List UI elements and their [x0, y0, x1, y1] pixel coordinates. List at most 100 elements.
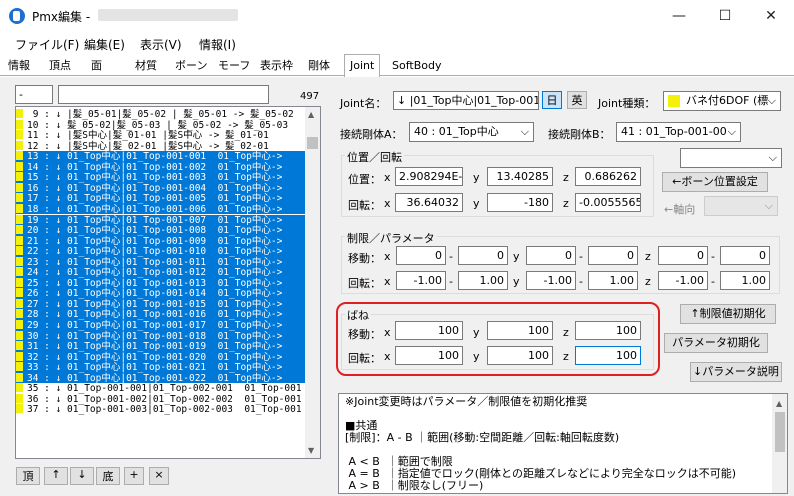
scroll-down-icon[interactable]: ▼ [308, 446, 314, 455]
pos-y-input[interactable]: 13.40285 [487, 167, 553, 186]
list-item[interactable]: 9 : ↓ |髪_05-01|髪_05-02 | 髪_05-01 -> 髪_05… [16, 109, 306, 120]
list-item[interactable]: 36 : ↓ 01_Top-001-002|01_Top-002-002 01_… [16, 393, 306, 405]
move-bottom-button[interactable]: 底 [96, 467, 120, 485]
limit-move-y-min[interactable]: 0 [526, 246, 576, 265]
desc-scrollbar[interactable]: ▲ [772, 394, 787, 493]
list-item[interactable]: 13 : ↓ 01_Top中心|01_Top-001-001 01_Top中心-… [16, 151, 306, 162]
joint-list[interactable]: 9 : ↓ |髪_05-01|髪_05-02 | 髪_05-01 -> 髪_05… [15, 106, 321, 459]
tab-softbody[interactable]: SoftBody [390, 56, 443, 76]
limit-move-z-max[interactable]: 0 [720, 246, 770, 265]
limit-rot-y-max[interactable]: 1.00 [588, 271, 638, 290]
scroll-up-icon[interactable]: ▲ [308, 110, 314, 119]
list-item[interactable]: 16 : ↓ 01_Top中心|01_Top-001-004 01_Top中心-… [16, 182, 306, 194]
list-item[interactable]: 19 : ↓ 01_Top中心|01_Top-001-007 01_Top中心-… [16, 214, 306, 225]
limit-rot-x-max[interactable]: 1.00 [458, 271, 508, 290]
list-item[interactable]: 20 : ↓ 01_Top中心|01_Top-001-008 01_Top中心-… [16, 225, 306, 236]
lang-en-button[interactable]: 英 [567, 91, 587, 109]
tab-material[interactable]: 材質 [133, 56, 159, 76]
maximize-button[interactable]: ☐ [702, 0, 748, 32]
tab-vertex[interactable]: 頂点 [47, 56, 73, 76]
lang-jp-button[interactable]: 日 [542, 91, 562, 109]
limit-rot-y-label: y [513, 275, 520, 288]
spring-type-icon [16, 393, 23, 403]
list-search-input[interactable] [58, 85, 269, 104]
menu-file[interactable]: ファイル(F) [15, 36, 79, 53]
menu-edit[interactable]: 編集(E) [84, 36, 125, 53]
joint-type-select[interactable]: バネ付6DOF (標 [663, 91, 781, 111]
list-item[interactable]: 12 : ↓ |髪S中心|髪_02-01 |髪S中心 -> 髪_02-01 [16, 140, 306, 152]
limit-move-x-min[interactable]: 0 [396, 246, 446, 265]
list-item[interactable]: 32 : ↓ 01_Top中心|01_Top-001-020 01_Top中心-… [16, 351, 306, 362]
tab-display-frame[interactable]: 表示枠 [258, 56, 295, 76]
param-desc-button[interactable]: ↓パラメータ説明 [690, 362, 782, 382]
tab-face[interactable]: 面 [89, 56, 104, 76]
spring-highlight-annotation [336, 302, 660, 376]
limit-move-z-min[interactable]: 0 [658, 246, 708, 265]
list-item[interactable]: 14 : ↓ 01_Top中心|01_Top-001-002 01_Top中心-… [16, 161, 306, 173]
limit-move-x-max[interactable]: 0 [458, 246, 508, 265]
close-button[interactable]: ✕ [748, 0, 794, 32]
limit-move-y-max[interactable]: 0 [588, 246, 638, 265]
list-item[interactable]: 34 : ↓ 01_Top中心|01_Top-001-022 01_Top中心-… [16, 372, 306, 384]
joint-name-input[interactable]: ↓ |01_Top中心|01_Top-001- [393, 91, 539, 110]
limit-init-button[interactable]: ↑制限値初期化 [680, 304, 776, 324]
limit-rot-y-min[interactable]: -1.00 [526, 271, 576, 290]
limit-rot-x-min[interactable]: -1.00 [396, 271, 446, 290]
limit-rot-z-max[interactable]: 1.00 [720, 271, 770, 290]
desc-line: ※Joint変更時はパラメータ／制限値を初期化推奨 [345, 395, 588, 408]
delete-button[interactable]: × [149, 467, 169, 485]
pos-z-input[interactable]: 0.686262 [575, 167, 641, 186]
menu-view[interactable]: 表示(V) [140, 36, 182, 53]
list-item[interactable]: 23 : ↓ 01_Top中心|01_Top-001-011 01_Top中心-… [16, 256, 306, 267]
scroll-up-icon[interactable]: ▲ [776, 398, 782, 410]
tab-bone[interactable]: ボーン [173, 56, 209, 76]
move-up-button[interactable]: ↑ [44, 467, 68, 485]
list-item[interactable]: 21 : ↓ 01_Top中心|01_Top-001-009 01_Top中心-… [16, 235, 306, 246]
axis-select[interactable] [704, 196, 778, 216]
list-item[interactable]: 15 : ↓ 01_Top中心|01_Top-001-003 01_Top中心-… [16, 172, 306, 183]
list-item[interactable]: 31 : ↓ 01_Top中心|01_Top-001-019 01_Top中心-… [16, 341, 306, 352]
list-item[interactable]: 11 : ↓ |髪S中心|髪_01-01 |髪S中心 -> 髪_01-01 [16, 130, 306, 141]
list-item[interactable]: 22 : ↓ 01_Top中心|01_Top-001-010 01_Top中心-… [16, 246, 306, 257]
list-filter-combo[interactable]: - [15, 85, 53, 104]
description-box[interactable]: ※Joint変更時はパラメータ／制限値を初期化推奨 ■共通 [制限]：A - B… [338, 393, 788, 494]
list-item[interactable]: 25 : ↓ 01_Top中心|01_Top-001-013 01_Top中心-… [16, 277, 306, 289]
body-a-select[interactable]: 40 : 01_Top中心 [409, 122, 534, 142]
scroll-thumb[interactable] [307, 137, 318, 149]
add-button[interactable]: + [124, 467, 144, 485]
move-top-button[interactable]: 頂 [16, 467, 40, 485]
list-scrollbar[interactable]: ▲ ▼ [305, 107, 320, 458]
limit-rot-z-min[interactable]: -1.00 [658, 271, 708, 290]
list-item[interactable]: 33 : ↓ 01_Top中心|01_Top-001-021 01_Top中心-… [16, 362, 306, 373]
list-item[interactable]: 30 : ↓ 01_Top中心|01_Top-001-018 01_Top中心-… [16, 330, 306, 341]
move-down-button[interactable]: ↓ [70, 467, 94, 485]
bone-select[interactable] [680, 148, 782, 168]
rot-z-input[interactable]: -0.00555651 [575, 193, 641, 212]
list-item-text: 12 : ↓ |髪S中心|髪_02-01 |髪S中心 -> 髪_02-01 [27, 140, 269, 152]
tab-info[interactable]: 情報 [6, 56, 32, 76]
list-item[interactable]: 18 : ↓ 01_Top中心|01_Top-001-006 01_Top中心-… [16, 203, 306, 215]
menu-info[interactable]: 情報(I) [199, 36, 236, 53]
rot-x-input[interactable]: 36.64032 [395, 193, 463, 212]
list-item[interactable]: 17 : ↓ 01_Top中心|01_Top-001-005 01_Top中心-… [16, 193, 306, 204]
tab-morph[interactable]: モーフ [216, 56, 252, 76]
param-init-button[interactable]: パラメータ初期化 [664, 333, 768, 353]
list-item[interactable]: 24 : ↓ 01_Top中心|01_Top-001-012 01_Top中心-… [16, 267, 306, 278]
list-item[interactable]: 10 : ↓ 髪_05-02|髪_05-03 | 髪_05-02 -> 髪_05… [16, 119, 306, 130]
list-item[interactable]: 37 : ↓ 01_Top-001-003|01_Top-002-003 01_… [16, 404, 306, 415]
minimize-button[interactable]: — [656, 0, 702, 32]
list-item[interactable]: 26 : ↓ 01_Top中心|01_Top-001-014 01_Top中心-… [16, 288, 306, 299]
pos-x-input[interactable]: 2.908294E-( [395, 167, 463, 186]
body-b-select[interactable]: 41 : 01_Top-001-00 [616, 122, 741, 142]
bone-position-button[interactable]: ←ボーン位置設定 [662, 172, 768, 192]
rot-y-input[interactable]: -180 [487, 193, 553, 212]
spring-type-icon [16, 277, 23, 287]
list-item[interactable]: 28 : ↓ 01_Top中心|01_Top-001-016 01_Top中心-… [16, 309, 306, 320]
list-item[interactable]: 27 : ↓ 01_Top中心|01_Top-001-015 01_Top中心-… [16, 298, 306, 310]
tab-joint[interactable]: Joint [344, 54, 381, 77]
list-item[interactable]: 35 : ↓ 01_Top-001-001|01_Top-002-001 01_… [16, 383, 306, 394]
scroll-thumb[interactable] [775, 412, 785, 452]
limits-title: 制限／パラメータ [345, 230, 437, 246]
list-item[interactable]: 29 : ↓ 01_Top中心|01_Top-001-017 01_Top中心-… [16, 320, 306, 331]
tab-rigidbody[interactable]: 剛体 [306, 56, 332, 76]
